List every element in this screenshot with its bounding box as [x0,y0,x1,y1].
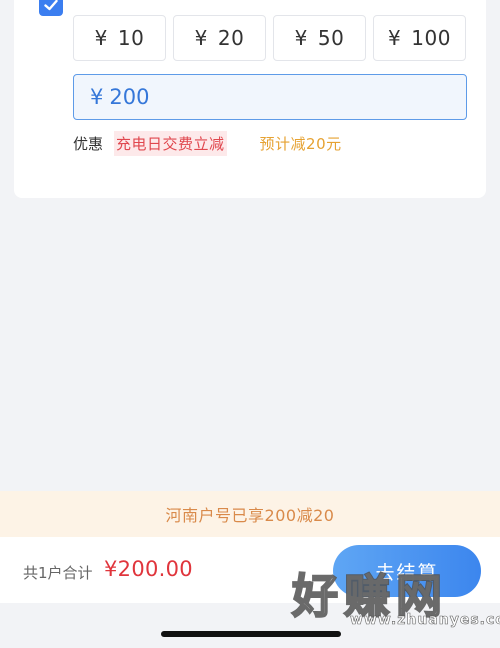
amount-options: ¥ 10 ¥ 20 ¥ 50 ¥ 100 [73,15,466,61]
currency-symbol: ¥ [94,26,108,50]
account-checkbox[interactable] [39,0,63,16]
amount-option-20[interactable]: ¥ 20 [173,15,266,61]
currency-symbol: ¥ [194,26,208,50]
currency-symbol: ¥ [294,26,308,50]
watermark-url: www.zhuanyes.com [350,612,500,629]
home-indicator[interactable] [161,631,341,637]
total-label: 共1户合计 [23,564,93,582]
custom-amount-input[interactable]: ¥ 200 [73,74,467,120]
banner-text: 河南户号已享200减20 [165,506,335,525]
currency-symbol: ¥ [388,26,402,50]
total-amount: ¥200.00 [104,557,193,581]
promo-banner: 河南户号已享200减20 [0,491,500,537]
promo-estimate: 预计减20元 [259,134,342,153]
amount-value: 20 [217,26,245,50]
amount-option-10[interactable]: ¥ 10 [73,15,166,61]
currency-symbol: ¥ [90,85,104,109]
checkmark-icon [44,0,58,11]
checkout-button[interactable]: 去结算 [333,545,481,597]
promo-tag: 充电日交费立减 [114,130,227,156]
checkout-button-label: 去结算 [375,561,439,584]
promo-label: 优惠 [73,134,104,153]
recharge-card: ¥ 10 ¥ 20 ¥ 50 ¥ 100 ¥ 200 优惠 充电日交费立减 预计… [14,0,486,198]
amount-value: 50 [317,26,345,50]
promo-row: 优惠 充电日交费立减 预计减20元 [73,130,342,156]
amount-value: 100 [411,26,451,50]
amount-option-50[interactable]: ¥ 50 [273,15,366,61]
recharge-page: ¥ 10 ¥ 20 ¥ 50 ¥ 100 ¥ 200 优惠 充电日交费立减 预计… [0,0,500,648]
amount-option-100[interactable]: ¥ 100 [373,15,466,61]
amount-value: 10 [117,26,145,50]
checkout-bar: 共1户合计 ¥200.00 去结算 [0,537,500,603]
custom-amount-value: 200 [109,85,150,109]
